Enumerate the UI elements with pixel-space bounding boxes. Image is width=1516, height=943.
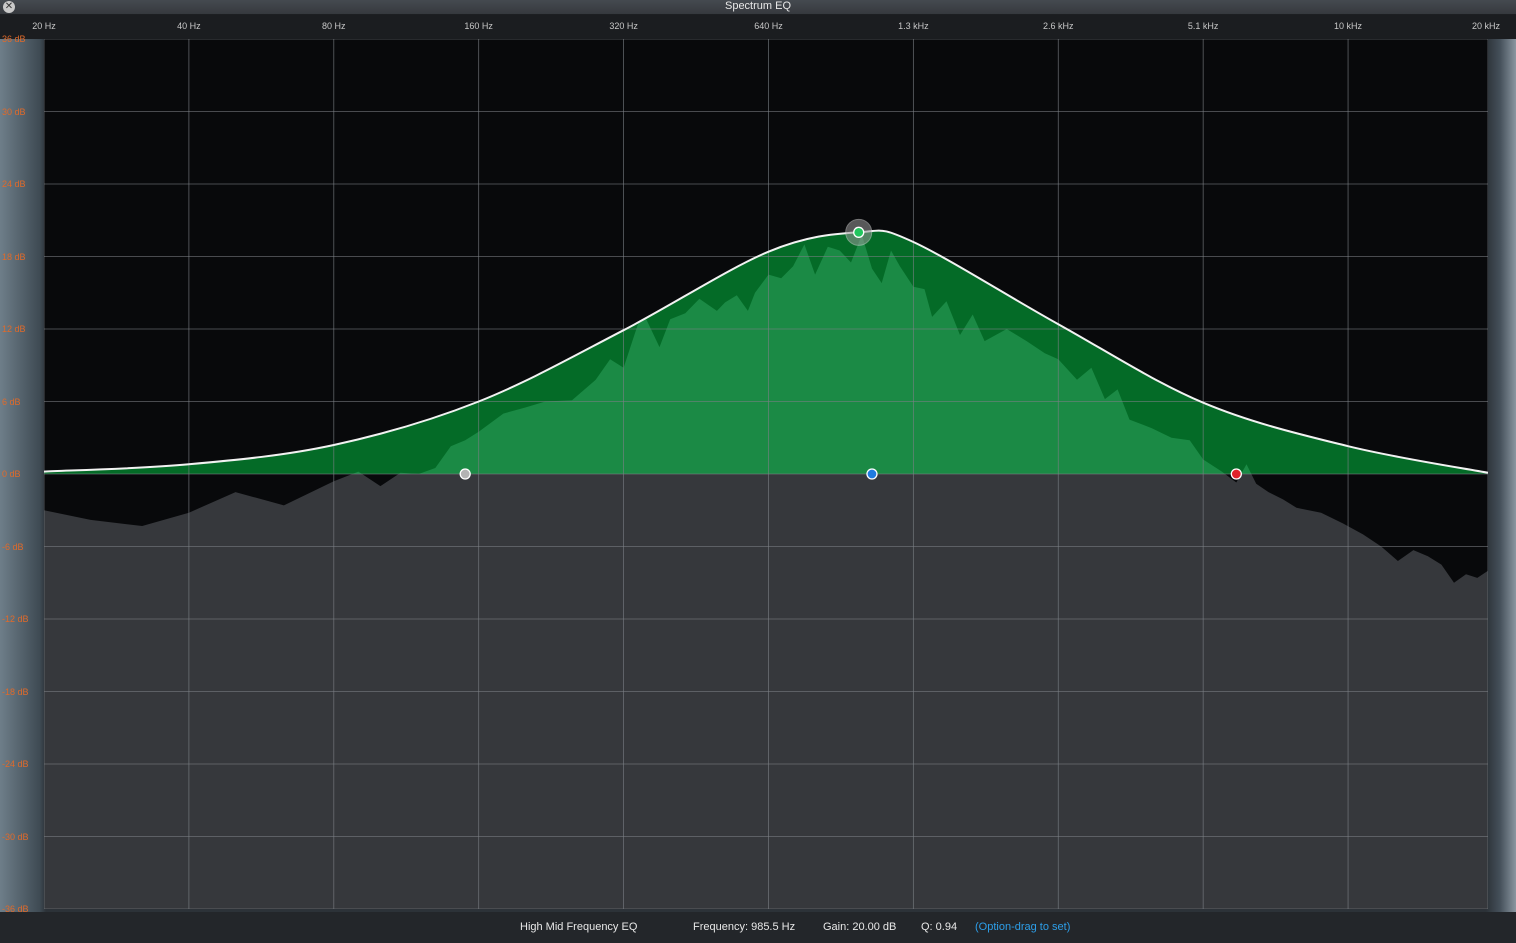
gain-tick-label: -18 dB: [2, 686, 29, 697]
gain-tick-label: 36 dB: [2, 34, 26, 44]
band-handle-mid[interactable]: [866, 468, 878, 480]
gain-tick-label: -12 dB: [2, 614, 29, 624]
freq-tick-label: 20 Hz: [32, 21, 56, 31]
freq-tick-label: 160 Hz: [464, 21, 493, 31]
gain-tick-label: -30 dB: [2, 831, 29, 842]
freq-tick-label: 80 Hz: [322, 21, 346, 31]
gain-tick-label: 24 dB: [2, 179, 26, 189]
freq-tick-label: 40 Hz: [177, 21, 201, 31]
freq-tick-label: 2.6 kHz: [1043, 21, 1074, 31]
band-handle-low[interactable]: [459, 468, 471, 480]
frequency-readout: Frequency: 985.5 Hz: [693, 921, 796, 933]
eq-graph[interactable]: [44, 39, 1488, 909]
gain-tick-label: 18 dB: [2, 251, 26, 262]
option-drag-hint: (Option-drag to set): [975, 921, 1071, 933]
status-bar: High Mid Frequency EQ Frequency: 985.5 H…: [0, 912, 1516, 943]
gain-tick-label: -24 dB: [2, 759, 29, 769]
gain-readout: Gain: 20.00 dB: [823, 921, 897, 933]
freq-tick-label: 20 kHz: [1471, 21, 1501, 31]
title-bar: ✕ Spectrum EQ: [0, 0, 1516, 15]
gain-tick-label: 30 dB: [2, 106, 26, 117]
spectrum-eq-window: ✕ Spectrum EQ 20 Hz 40 Hz 80 Hz 160 Hz 320 H…: [0, 0, 1516, 943]
band-handle-high-mid[interactable]: [853, 226, 865, 238]
freq-tick-label: 1.3 kHz: [898, 21, 929, 31]
freq-tick-label: 640 Hz: [754, 21, 783, 31]
freq-tick-label: 320 Hz: [609, 21, 638, 31]
gain-tick-label: 0 dB: [2, 469, 21, 479]
band-handle-high[interactable]: [1230, 468, 1242, 480]
freq-tick-label: 5.1 kHz: [1187, 21, 1219, 31]
frequency-axis: 20 Hz 40 Hz 80 Hz 160 Hz 320 Hz 640 Hz 1.3 kHz…: [0, 15, 1516, 39]
window-title: Spectrum EQ: [724, 0, 792, 12]
gain-tick-label: 12 dB: [2, 324, 26, 334]
q-readout: Q: 0.94: [921, 921, 958, 933]
freq-tick-label: 10 kHz: [1334, 21, 1363, 31]
gain-tick-label: 6 dB: [2, 396, 21, 407]
gain-tick-label: -6 dB: [2, 541, 24, 552]
band-name: High Mid Frequency EQ: [520, 921, 638, 933]
